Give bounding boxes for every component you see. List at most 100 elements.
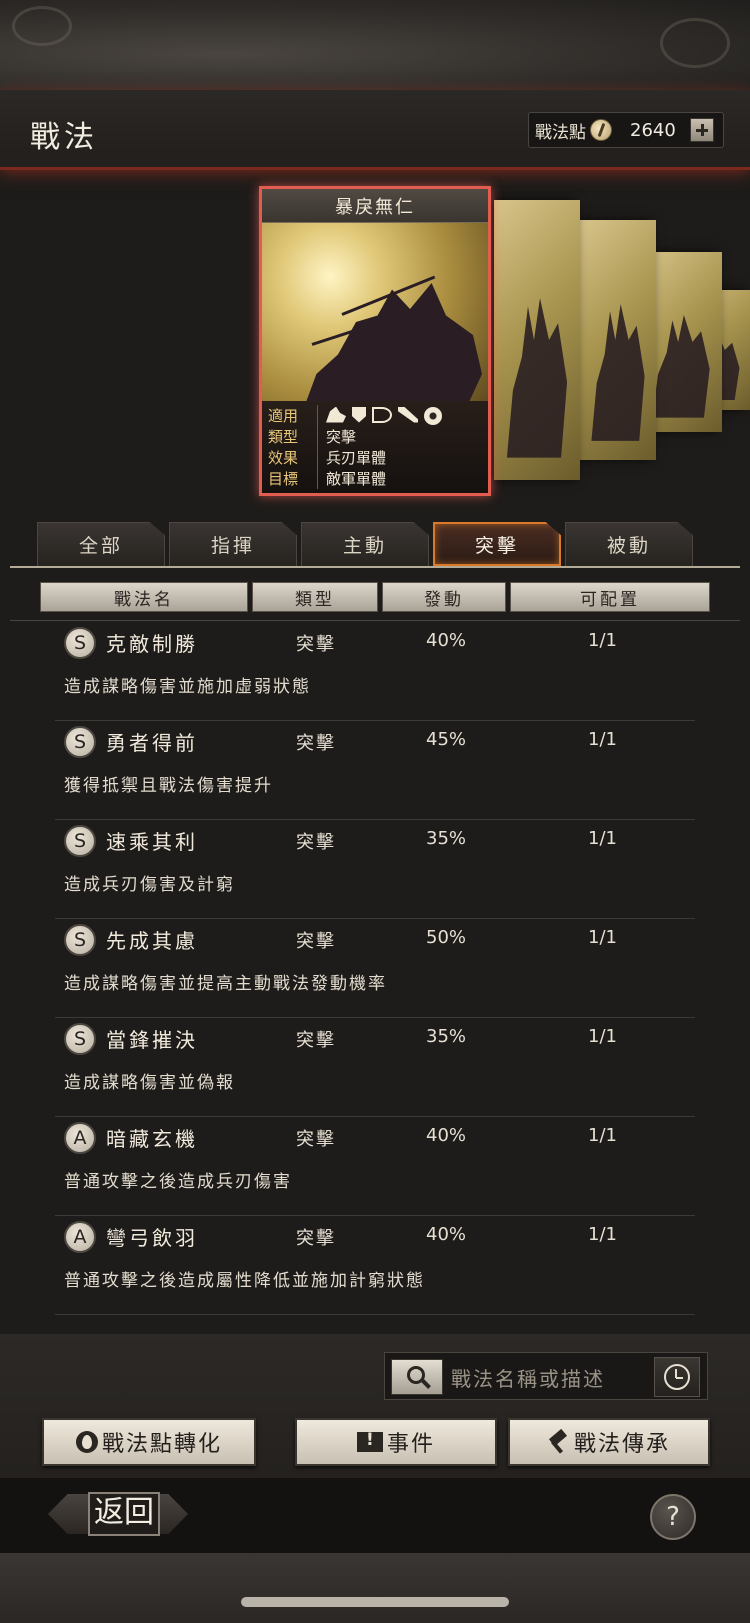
skill-card-back[interactable] xyxy=(494,200,580,480)
spear-icon xyxy=(398,406,418,423)
skill-points-label: 戰法點 xyxy=(535,122,586,143)
info-value: 兵刃單體 xyxy=(326,449,387,467)
info-key: 適用 xyxy=(268,405,318,426)
card-info-panel: 適用 類型 突擊 效果 兵刃單體 目標 敵軍單體 xyxy=(262,401,488,493)
cavalry-icon xyxy=(326,406,346,423)
skill-description: 獲得抵禦且戰法傷害提升 xyxy=(64,776,273,796)
bow-icon xyxy=(372,406,392,423)
skill-type: 突擊 xyxy=(296,1228,336,1249)
skill-config: 1/1 xyxy=(588,1026,617,1047)
featured-skill-card[interactable]: 暴戾無仁 適用 類型 突擊 效果 兵刃單體 目標 敵軍單體 xyxy=(259,186,491,496)
skill-description: 造成謀略傷害並提高主動戰法發動機率 xyxy=(64,974,387,994)
card-artwork xyxy=(262,223,488,401)
tab-assault[interactable]: 突擊 xyxy=(433,522,561,566)
skill-description: 造成謀略傷害並施加虛弱狀態 xyxy=(64,677,311,697)
event-icon xyxy=(356,1430,383,1452)
skill-description: 造成謀略傷害並偽報 xyxy=(64,1073,235,1093)
skill-rate: 40% xyxy=(426,630,467,651)
troop-icons xyxy=(326,406,442,425)
convert-points-label: 戰法點轉化 xyxy=(101,1432,222,1457)
grade-badge: S xyxy=(64,924,96,956)
skill-type: 突擊 xyxy=(296,733,336,754)
column-header-type[interactable]: 類型 xyxy=(252,582,378,612)
help-button[interactable]: ? xyxy=(650,1494,696,1540)
flame-icon xyxy=(75,1431,98,1453)
back-label: 返回 xyxy=(88,1492,160,1536)
grade-badge: A xyxy=(64,1221,96,1253)
skill-row[interactable]: S 克敵制勝 突擊 40% 1/1 造成謀略傷害並施加虛弱狀態 xyxy=(0,622,750,721)
skill-row[interactable]: S 先成其慮 突擊 50% 1/1 造成謀略傷害並提高主動戰法發動機率 xyxy=(0,919,750,1018)
card-title-bar: 暴戾無仁 xyxy=(262,189,488,223)
skill-row[interactable]: S 速乘其利 突擊 35% 1/1 造成兵刃傷害及計窮 xyxy=(0,820,750,919)
skill-card-carousel[interactable]: 暴戾無仁 適用 類型 突擊 效果 兵刃單體 目標 敵軍單體 xyxy=(0,172,750,512)
card-info-row: 適用 xyxy=(268,405,488,426)
info-key: 類型 xyxy=(268,426,318,447)
skill-row[interactable]: S 勇者得前 突擊 45% 1/1 獲得抵禦且戰法傷害提升 xyxy=(0,721,750,820)
skill-description: 造成兵刃傷害及計窮 xyxy=(64,875,235,895)
skill-config: 1/1 xyxy=(588,630,617,651)
column-header-config[interactable]: 可配置 xyxy=(510,582,710,612)
skill-description: 普通攻擊之後造成兵刃傷害 xyxy=(64,1172,292,1192)
top-backdrop xyxy=(0,0,750,90)
skill-rate: 35% xyxy=(426,1026,467,1047)
skill-row[interactable]: S 當鋒摧決 突擊 35% 1/1 造成謀略傷害並偽報 xyxy=(0,1018,750,1117)
back-button[interactable]: 返回 xyxy=(48,1490,188,1538)
event-button[interactable]: 事件 xyxy=(295,1418,497,1466)
convert-points-button[interactable]: 戰法點轉化 xyxy=(42,1418,256,1466)
skill-list[interactable]: S 克敵制勝 突擊 40% 1/1 造成謀略傷害並施加虛弱狀態 S 勇者得前 突… xyxy=(0,622,750,1330)
skill-name: 克敵制勝 xyxy=(106,632,198,656)
cloud-ornament xyxy=(12,6,72,46)
inherit-skill-button[interactable]: 戰法傳承 xyxy=(508,1418,710,1466)
skill-rate: 50% xyxy=(426,927,467,948)
skill-type: 突擊 xyxy=(296,1129,336,1150)
row-divider xyxy=(55,1314,695,1315)
history-button[interactable] xyxy=(654,1357,700,1397)
skill-config: 1/1 xyxy=(588,927,617,948)
skill-name: 速乘其利 xyxy=(106,830,198,854)
skill-type: 突擊 xyxy=(296,1030,336,1051)
skill-description: 普通攻擊之後造成屬性降低並施加計窮狀態 xyxy=(64,1271,425,1291)
column-header-name[interactable]: 戰法名 xyxy=(40,582,248,612)
skill-row[interactable]: A 暗藏玄機 突擊 40% 1/1 普通攻擊之後造成兵刃傷害 xyxy=(0,1117,750,1216)
tab-passive[interactable]: 被動 xyxy=(565,522,693,566)
grade-badge: S xyxy=(64,726,96,758)
event-label: 事件 xyxy=(386,1432,435,1457)
skill-name: 先成其慮 xyxy=(106,929,198,953)
tab-divider xyxy=(10,566,740,568)
skill-config: 1/1 xyxy=(588,828,617,849)
shield-icon xyxy=(352,406,366,423)
search-button[interactable] xyxy=(391,1359,443,1395)
skill-rate: 45% xyxy=(426,729,467,750)
tab-all[interactable]: 全部 xyxy=(37,522,165,566)
search-input[interactable]: 戰法名稱或描述 xyxy=(451,1363,605,1392)
hammer-icon xyxy=(548,1431,570,1453)
search-bar: 戰法名稱或描述 xyxy=(384,1352,708,1400)
cloud-ornament xyxy=(660,18,730,68)
skill-name: 暗藏玄機 xyxy=(106,1127,198,1151)
home-indicator[interactable] xyxy=(241,1597,509,1607)
tab-active[interactable]: 主動 xyxy=(301,522,429,566)
skill-row[interactable]: A 彎弓飲羽 突擊 40% 1/1 普通攻擊之後造成屬性降低並施加計窮狀態 xyxy=(0,1216,750,1315)
info-key: 目標 xyxy=(268,468,318,489)
skill-points-panel: 戰法點 2640 xyxy=(528,112,724,148)
skill-config: 1/1 xyxy=(588,1224,617,1245)
grade-badge: S xyxy=(64,627,96,659)
skill-rate: 40% xyxy=(426,1224,467,1245)
skill-type: 突擊 xyxy=(296,931,336,952)
skill-rate: 35% xyxy=(426,828,467,849)
skill-name: 當鋒摧決 xyxy=(106,1028,198,1052)
header-divider xyxy=(10,620,740,621)
add-points-button[interactable] xyxy=(690,118,714,142)
card-info-row: 目標 敵軍單體 xyxy=(268,468,488,489)
skill-name: 勇者得前 xyxy=(106,731,198,755)
card-title: 暴戾無仁 xyxy=(335,196,415,218)
skill-points-value: 2640 xyxy=(630,119,676,141)
skill-type: 突擊 xyxy=(296,634,336,655)
grade-badge: S xyxy=(64,825,96,857)
grade-badge: S xyxy=(64,1023,96,1055)
column-header-rate[interactable]: 發動 xyxy=(382,582,506,612)
skill-config: 1/1 xyxy=(588,729,617,750)
skill-card-back[interactable] xyxy=(580,220,656,460)
skill-config: 1/1 xyxy=(588,1125,617,1146)
tab-command[interactable]: 指揮 xyxy=(169,522,297,566)
